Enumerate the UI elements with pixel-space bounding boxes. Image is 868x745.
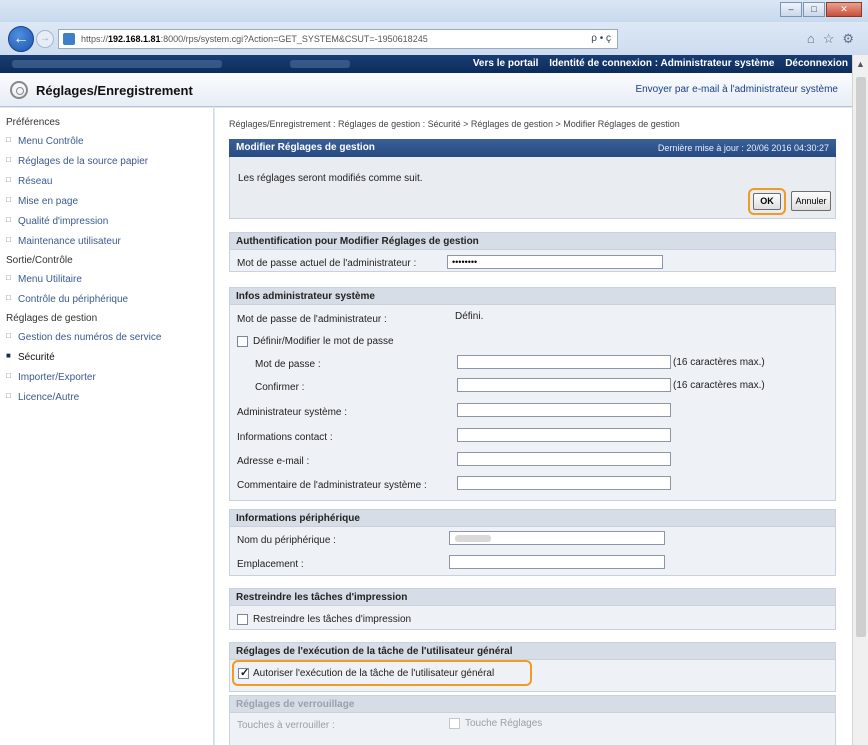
modify-panel: Les réglages seront modifiés comme suit.… xyxy=(229,157,836,219)
main-content: Réglages/Enregistrement : Réglages de ge… xyxy=(215,108,852,745)
settings-gear-icon xyxy=(10,81,28,99)
back-arrow-icon[interactable]: ← xyxy=(8,26,34,52)
sidebar-heading-preferences[interactable]: Préférences xyxy=(0,114,213,132)
browser-toolbar-icons: ⌂ ☆ ⚙ xyxy=(807,31,854,47)
sidebar-heading-management[interactable]: Réglages de gestion xyxy=(0,310,213,328)
general-user-header: Réglages de l'exécution de la tâche de l… xyxy=(230,643,835,660)
auth-header: Authentification pour Modifier Réglages … xyxy=(230,233,835,250)
url-host: 192.168.1.81 xyxy=(108,34,161,44)
max-chars-hint-2: (16 caractères max.) xyxy=(673,380,765,391)
email-admin-link[interactable]: Envoyer par e-mail à l'administrateur sy… xyxy=(635,84,838,95)
device-model-redacted xyxy=(290,60,350,68)
sidebar-heading-output[interactable]: Sortie/Contrôle xyxy=(0,252,213,270)
sidebar-item-paper-source[interactable]: Réglages de la source papier xyxy=(0,152,213,172)
sidebar-item-menu-controle[interactable]: Menu Contrôle xyxy=(0,132,213,152)
lock-settings-key-checkbox[interactable] xyxy=(449,718,460,729)
login-identity: Identité de connexion : Administrateur s… xyxy=(549,58,775,69)
comment-input[interactable] xyxy=(457,476,671,490)
portal-link[interactable]: Vers le portail xyxy=(473,58,539,69)
device-name-redacted xyxy=(12,60,222,68)
modify-message: Les réglages seront modifiés comme suit. xyxy=(238,173,423,184)
scroll-thumb[interactable] xyxy=(856,77,866,637)
url-search-refresh[interactable]: ρ • ç xyxy=(591,30,611,48)
sidebar-item-import-export[interactable]: Importer/Exporter xyxy=(0,368,213,388)
site-favicon-icon xyxy=(63,33,75,45)
new-password-label: Mot de passe : xyxy=(255,359,321,370)
sidebar-item-security[interactable]: Sécurité xyxy=(0,348,213,368)
location-label: Emplacement : xyxy=(237,559,304,570)
window-titlebar: – □ ✕ xyxy=(0,0,868,22)
restrict-label[interactable]: Restreindre les tâches d'impression xyxy=(253,614,411,625)
star-icon[interactable]: ☆ xyxy=(823,31,835,47)
gear-icon[interactable]: ⚙ xyxy=(842,31,854,47)
contact-input[interactable] xyxy=(457,428,671,442)
lock-settings-key-label[interactable]: Touche Réglages xyxy=(465,718,542,729)
current-password-input[interactable] xyxy=(447,255,663,269)
url-rest: :8000/rps/system.cgi?Action=GET_SYSTEM&C… xyxy=(160,34,428,44)
window-controls: – □ ✕ xyxy=(780,2,862,17)
sidebar-item-network[interactable]: Réseau xyxy=(0,172,213,192)
restrict-checkbox[interactable] xyxy=(237,614,248,625)
sidebar-item-user-maintenance[interactable]: Maintenance utilisateur xyxy=(0,232,213,252)
confirm-password-input[interactable] xyxy=(457,378,671,392)
sysadmin-input[interactable] xyxy=(457,403,671,417)
allow-general-user-checkbox[interactable] xyxy=(238,666,249,679)
admin-info-header: Infos administrateur système xyxy=(230,288,835,305)
vertical-scrollbar[interactable]: ▲ xyxy=(852,55,868,745)
last-update: Dernière mise à jour : 20/06 2016 04:30:… xyxy=(657,143,829,153)
address-bar[interactable]: https://192.168.1.81:8000/rps/system.cgi… xyxy=(58,29,618,49)
current-password-label: Mot de passe actuel de l'administrateur … xyxy=(237,258,417,269)
close-icon[interactable]: ✕ xyxy=(826,2,862,17)
comment-label: Commentaire de l'administrateur système … xyxy=(237,480,427,491)
device-top-strip: Vers le portail Identité de connexion : … xyxy=(0,55,852,73)
modify-title: Modifier Réglages de gestion xyxy=(236,142,375,153)
restrict-header: Restreindre les tâches d'impression xyxy=(230,589,835,606)
sidebar-item-layout[interactable]: Mise en page xyxy=(0,192,213,212)
minimize-icon[interactable]: – xyxy=(780,2,802,17)
sidebar-item-service-numbers[interactable]: Gestion des numéros de service xyxy=(0,328,213,348)
sidebar-item-license[interactable]: Licence/Autre xyxy=(0,388,213,408)
admin-password-label: Mot de passe de l'administrateur : xyxy=(237,314,387,325)
forward-arrow-icon[interactable]: → xyxy=(36,30,54,48)
admin-password-status: Défini. xyxy=(455,311,484,322)
sidebar-item-print-quality[interactable]: Qualité d'impression xyxy=(0,212,213,232)
top-links: Vers le portail Identité de connexion : … xyxy=(465,58,848,69)
allow-general-user-label[interactable]: Autoriser l'exécution de la tâche de l'u… xyxy=(253,668,494,679)
set-password-checkbox[interactable] xyxy=(237,336,248,347)
lock-keys-label: Touches à verrouiller : xyxy=(237,720,335,731)
device-name-label: Nom du périphérique : xyxy=(237,535,336,546)
sidebar-item-utility[interactable]: Menu Utilitaire xyxy=(0,270,213,290)
url-prefix: https:// xyxy=(81,34,109,44)
modify-header: Modifier Réglages de gestion Dernière mi… xyxy=(229,139,836,157)
ok-highlight: OK xyxy=(748,188,786,215)
device-name-redacted-value xyxy=(455,535,491,542)
breadcrumb: Réglages/Enregistrement : Réglages de ge… xyxy=(229,119,680,129)
sidebar-item-device-control[interactable]: Contrôle du périphérique xyxy=(0,290,213,310)
location-input[interactable] xyxy=(449,555,665,569)
maximize-icon[interactable]: □ xyxy=(803,2,825,17)
scroll-up-icon[interactable]: ▲ xyxy=(856,59,865,69)
browser-navbar: ← → https://192.168.1.81:8000/rps/system… xyxy=(0,22,868,55)
set-password-label[interactable]: Définir/Modifier le mot de passe xyxy=(253,336,394,347)
lock-header: Réglages de verrouillage xyxy=(230,696,835,713)
page-header: Réglages/Enregistrement Envoyer par e-ma… xyxy=(0,73,852,107)
page-title: Réglages/Enregistrement xyxy=(36,83,193,98)
sidebar: Préférences Menu Contrôle Réglages de la… xyxy=(0,108,214,745)
confirm-label: Confirmer : xyxy=(255,382,305,393)
sysadmin-label: Administrateur système : xyxy=(237,407,348,418)
home-icon[interactable]: ⌂ xyxy=(807,31,815,47)
logout-link[interactable]: Déconnexion xyxy=(785,58,848,69)
contact-label: Informations contact : xyxy=(237,432,333,443)
device-info-header: Informations périphérique xyxy=(230,510,835,527)
max-chars-hint-1: (16 caractères max.) xyxy=(673,357,765,368)
email-input[interactable] xyxy=(457,452,671,466)
new-password-input[interactable] xyxy=(457,355,671,369)
ok-button[interactable]: OK xyxy=(753,193,781,210)
cancel-button[interactable]: Annuler xyxy=(791,191,831,211)
email-label: Adresse e-mail : xyxy=(237,456,310,467)
